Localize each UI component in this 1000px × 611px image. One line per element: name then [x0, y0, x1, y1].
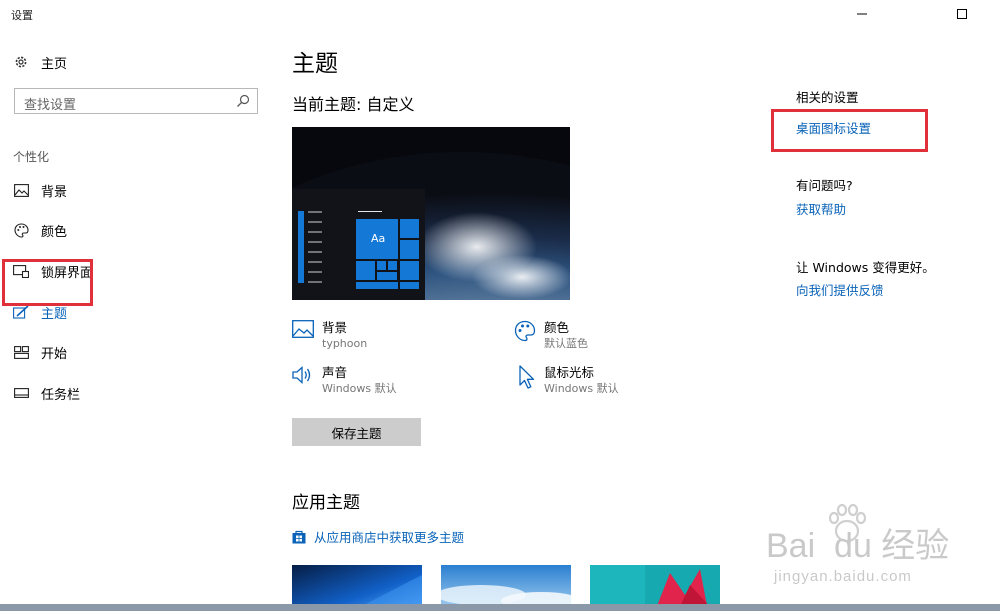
sidebar-item-background[interactable]: 背景: [0, 170, 272, 210]
minimize-button[interactable]: [839, 0, 885, 28]
give-feedback-link[interactable]: 向我们提供反馈: [796, 280, 884, 299]
watermark-brand: Bai du 经验: [766, 527, 950, 565]
paw-logo-icon: [828, 504, 867, 543]
live-tile: [400, 282, 419, 289]
sidebar-item-label: 背景: [41, 184, 68, 200]
sidebar-item-taskbar[interactable]: 任务栏: [0, 373, 272, 413]
live-tile: [388, 261, 397, 270]
store-icon: [292, 530, 306, 543]
baidu-watermark: Bai du 经验 jingyan.baidu.com: [762, 500, 994, 600]
image-icon: [292, 320, 314, 338]
home-label: 主页: [41, 56, 68, 72]
search-placeholder: 查找设置: [24, 98, 77, 113]
search-input[interactable]: 查找设置: [14, 88, 258, 114]
theme-background-title: 背景: [322, 320, 348, 335]
lock-screen-icon: [13, 263, 29, 279]
theme-color-item[interactable]: 颜色 默认蓝色: [514, 320, 588, 352]
theme-brush-icon: [13, 304, 29, 320]
save-theme-button[interactable]: 保存主题: [292, 418, 421, 446]
live-tile: [400, 219, 419, 238]
sidebar: 主页 查找设置 个性化 背景 颜色 锁屏界面 主题 开始 任务栏: [0, 28, 272, 611]
page-title: 主题: [292, 51, 338, 77]
tile-sample-text: Aa: [371, 232, 386, 245]
top-bar-line: [358, 211, 382, 212]
home-nav-item[interactable]: 主页: [13, 52, 67, 72]
related-settings-heading: 相关的设置: [796, 90, 859, 105]
sidebar-item-themes[interactable]: 主题: [0, 292, 272, 332]
theme-background-item[interactable]: 背景 typhoon: [292, 320, 367, 352]
sidebar-item-lock-screen[interactable]: 锁屏界面: [0, 251, 272, 291]
store-more-themes-link[interactable]: 从应用商店中获取更多主题: [292, 527, 464, 546]
sidebar-item-colors[interactable]: 颜色: [0, 210, 272, 250]
theme-sound-item[interactable]: 声音 Windows 默认: [292, 365, 397, 397]
theme-background-value: typhoon: [322, 337, 368, 350]
theme-preview: Aa: [292, 127, 570, 300]
app-list-lines: [308, 211, 322, 283]
palette-icon: [13, 222, 29, 238]
live-tile: [356, 261, 375, 280]
theme-sound-value: Windows 默认: [322, 382, 397, 395]
apply-theme-heading: 应用主题: [292, 493, 360, 513]
maximize-button[interactable]: [939, 0, 985, 28]
theme-cursor-item[interactable]: 鼠标光标 Windows 默认: [518, 365, 619, 397]
sidebar-item-label: 锁屏界面: [41, 265, 94, 281]
maximize-icon: [957, 9, 967, 19]
help-heading: 有问题吗?: [796, 178, 853, 193]
palette-icon: [514, 320, 536, 342]
feedback-heading: 让 Windows 变得更好。: [796, 260, 935, 275]
app-list-preview: [298, 211, 304, 283]
get-help-link[interactable]: 获取帮助: [796, 199, 846, 218]
sidebar-item-label: 颜色: [41, 224, 68, 240]
sidebar-item-label: 主题: [41, 306, 68, 322]
search-icon[interactable]: [236, 94, 250, 108]
current-theme-label: 当前主题: 自定义: [292, 95, 415, 114]
live-tile: [377, 272, 397, 280]
theme-cursor-title: 鼠标光标: [544, 365, 595, 380]
live-tile: [400, 261, 419, 280]
start-grid-icon: [13, 344, 29, 360]
bottom-taskbar-strip: [0, 604, 1000, 611]
theme-color-value: 默认蓝色: [544, 337, 588, 350]
speaker-icon: [292, 366, 311, 384]
section-label: 个性化: [13, 150, 50, 164]
sidebar-item-start[interactable]: 开始: [0, 332, 272, 372]
gear-icon: [15, 56, 27, 68]
theme-cursor-value: Windows 默认: [544, 382, 619, 395]
watermark-url: jingyan.baidu.com: [774, 568, 912, 585]
theme-sound-title: 声音: [322, 365, 348, 380]
live-tile: [377, 261, 386, 270]
title-bar: 设置: [0, 0, 1000, 28]
desktop-icon-settings-link[interactable]: 桌面图标设置: [796, 118, 871, 137]
minimize-icon: [857, 13, 867, 15]
live-tile: [356, 282, 398, 289]
theme-color-title: 颜色: [544, 320, 570, 335]
window-title: 设置: [11, 9, 33, 22]
start-menu-preview: Aa: [292, 189, 425, 300]
sidebar-item-label: 任务栏: [41, 387, 81, 403]
live-tile: [400, 240, 419, 259]
image-icon: [13, 182, 29, 198]
sidebar-item-label: 开始: [41, 346, 68, 362]
taskbar-icon: [13, 385, 29, 401]
store-link-label: 从应用商店中获取更多主题: [314, 530, 465, 545]
cursor-icon: [519, 365, 535, 389]
